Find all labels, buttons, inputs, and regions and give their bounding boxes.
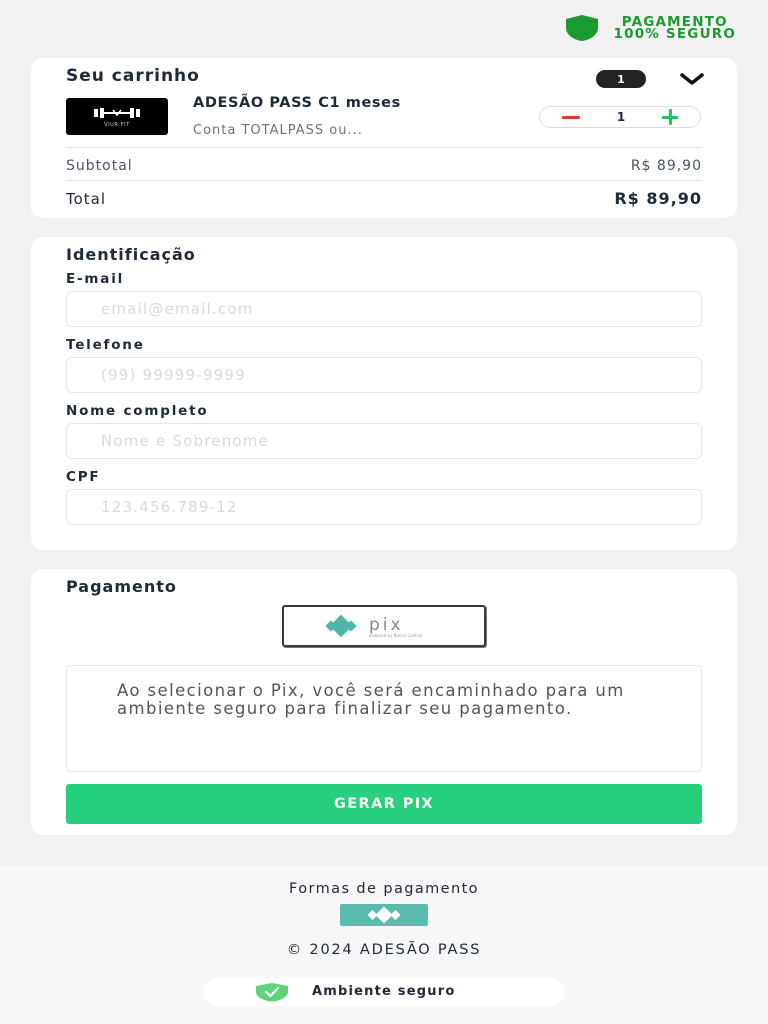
divider (66, 147, 702, 148)
email-label: E-mail (66, 271, 125, 287)
pix-logo-icon: pix powered by Banco Central (325, 614, 422, 638)
subtotal-label: Subtotal (66, 158, 133, 174)
cart-title: Seu carrinho (66, 66, 200, 86)
generate-pix-button[interactable]: GERAR PIX (66, 784, 702, 824)
product-image: VIUR FIT (66, 98, 168, 135)
pix-method-option[interactable]: pix powered by Banco Central (282, 605, 486, 647)
payment-card: Pagamento pix powered by Banco Central A… (31, 569, 737, 835)
dumbbell-logo-icon (94, 108, 140, 118)
secure-environment-badge: Ambiente seguro (204, 978, 564, 1006)
plus-icon[interactable] (661, 109, 678, 125)
shield-icon (565, 15, 598, 41)
email-field[interactable] (66, 291, 702, 327)
secure-environment-label: Ambiente seguro (312, 984, 456, 999)
identification-card: Identificação E-mail Telefone Nome compl… (31, 237, 737, 550)
phone-field[interactable] (66, 357, 702, 393)
payment-title: Pagamento (66, 577, 177, 596)
copyright-text: © 2024 ADESÃO PASS (286, 942, 482, 958)
cart-card: Seu carrinho 1 VIUR FIT ADESÃO PASS C1 m… (31, 58, 737, 218)
footer: Formas de pagamento © 2024 ADESÃO PASS A… (0, 866, 768, 1024)
subtotal-value: R$ 89,90 (630, 158, 702, 174)
quantity-stepper: 1 (539, 106, 701, 128)
product-logo-text: VIUR FIT (104, 122, 130, 128)
full-name-field[interactable] (66, 423, 702, 459)
secure-line-2: 100% SEGURO (613, 26, 736, 42)
identification-title: Identificação (66, 245, 196, 264)
product-description: Conta TOTALPASS ou... (193, 123, 363, 138)
product-name: ADESÃO PASS C1 meses (193, 95, 401, 111)
divider (66, 180, 702, 181)
pix-logo-subtext: powered by Banco Central (369, 633, 422, 638)
total-value: R$ 89,90 (614, 189, 702, 208)
quantity-value: 1 (616, 110, 626, 124)
secure-payment-badge: PAGAMENTO 100% SEGURO (564, 14, 736, 42)
cart-count-badge: 1 (596, 70, 646, 88)
minus-icon[interactable] (562, 115, 580, 119)
secure-payment-text: PAGAMENTO 100% SEGURO (613, 15, 736, 42)
total-label: Total (66, 190, 107, 208)
payment-methods-title: Formas de pagamento (289, 881, 479, 897)
pix-logo-text: pix (369, 615, 404, 635)
pix-info-text: Ao selecionar o Pix, você será encaminha… (66, 665, 702, 772)
full-name-label: Nome completo (66, 403, 209, 419)
cpf-field[interactable] (66, 489, 702, 525)
pix-payment-method-icon (340, 904, 428, 926)
phone-label: Telefone (66, 337, 145, 353)
shield-check-icon (256, 983, 288, 1002)
cpf-label: CPF (66, 469, 101, 485)
chevron-down-icon[interactable] (678, 72, 706, 86)
